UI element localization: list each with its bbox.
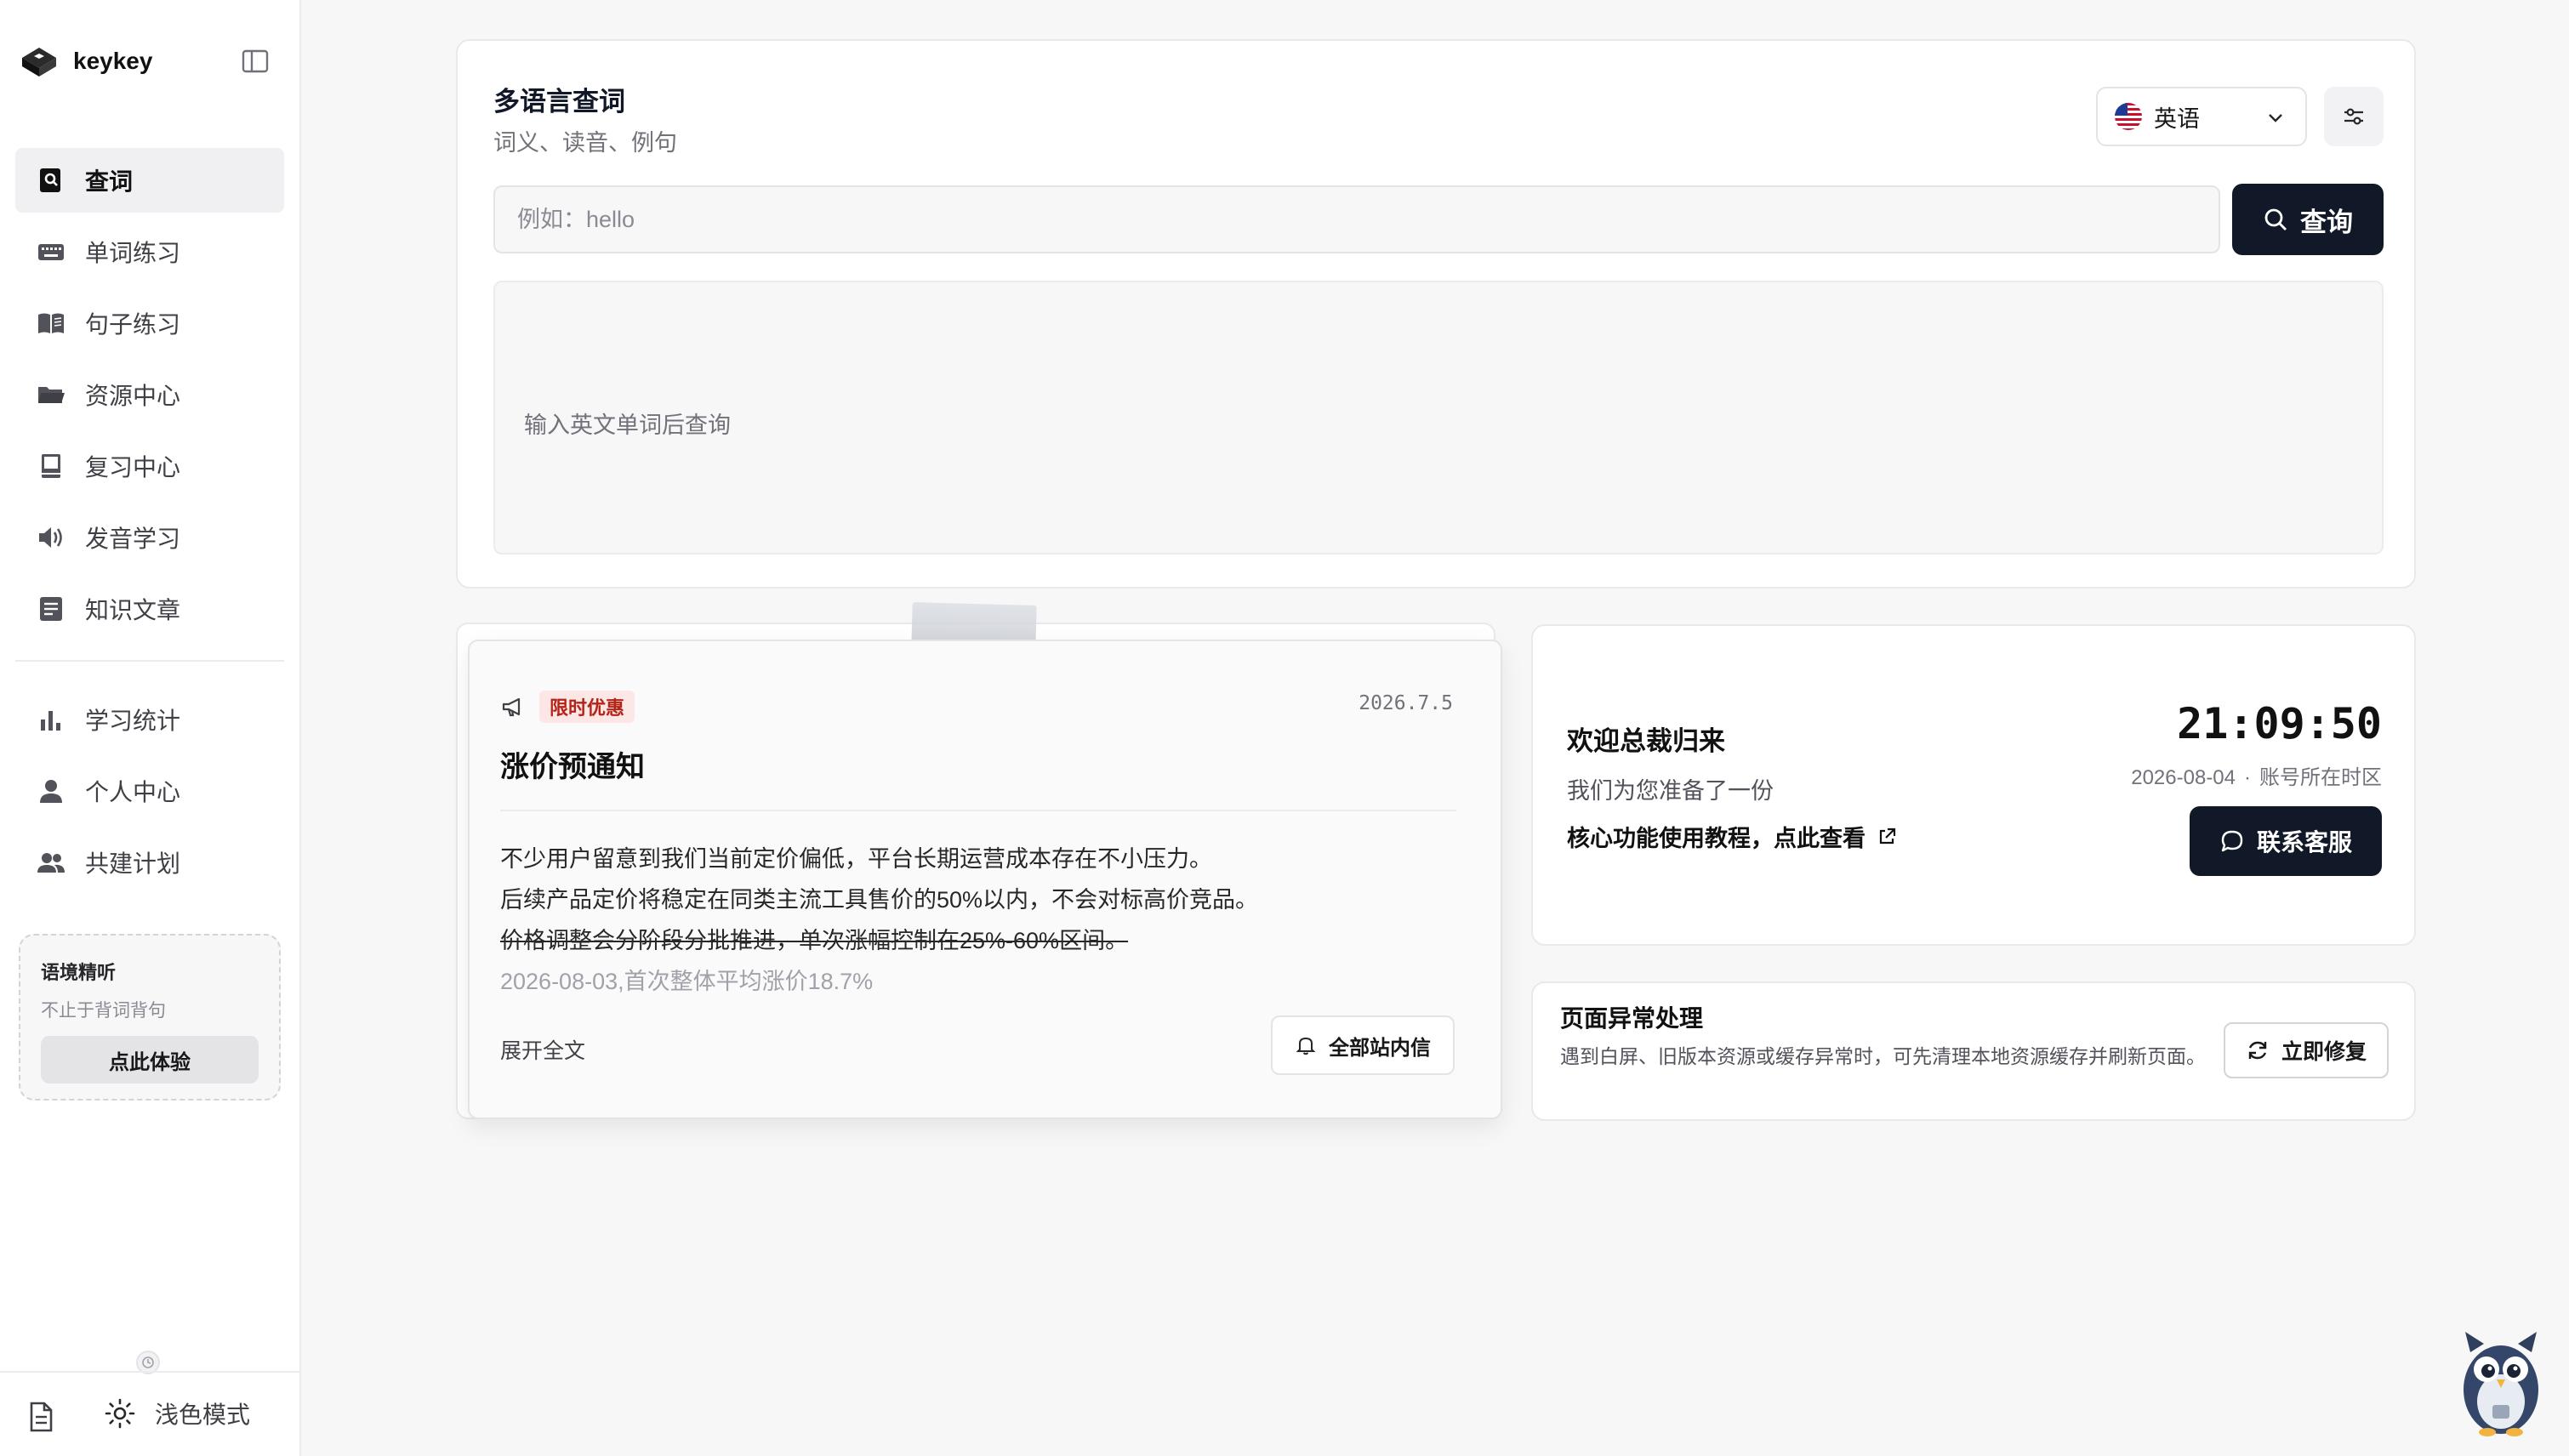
- refresh-icon: [2248, 1041, 2267, 1060]
- chat-bubble-icon: [2221, 830, 2243, 852]
- sidebar-item-label: 查词: [85, 168, 134, 195]
- promo-subtitle: 不止于背词背句: [41, 1001, 166, 1021]
- document-icon[interactable]: [24, 1400, 58, 1434]
- open-book-icon: [38, 313, 64, 333]
- notice-divider: [500, 810, 1456, 811]
- notice-line: 价格调整会分阶段分批推进，单次涨幅控制在25%-60%区间。: [500, 928, 1129, 953]
- keycap-logo-icon: [22, 48, 56, 77]
- sliders-icon: [2344, 108, 2363, 125]
- timezone-label: 账号所在时区: [2259, 766, 2382, 789]
- sidebar-item-resources[interactable]: 资源中心: [15, 362, 284, 427]
- notice-body: 不少用户留意到我们当前定价偏低，平台长期运营成本存在不小压力。 后续产品定价将稳…: [500, 839, 1461, 1002]
- brand-name: keykey: [73, 48, 153, 74]
- notice-title: 涨价预通知: [500, 751, 645, 783]
- language-select[interactable]: 英语: [2096, 87, 2307, 146]
- date-value: 2026-08-04: [2131, 766, 2236, 789]
- keyboard-icon: [38, 244, 64, 260]
- dictionary-card: 多语言查词 词义、读音、例句 英语 查询 输入英文单词后查询: [456, 39, 2416, 589]
- welcome-subtitle: 我们为您准备了一份: [1567, 778, 1774, 804]
- contact-support-button[interactable]: 联系客服: [2190, 806, 2382, 876]
- sidebar-item-label: 共建计划: [85, 850, 181, 877]
- clock-date: 2026-08-04 · 账号所在时区: [2131, 760, 2382, 790]
- bar-chart-icon: [41, 711, 60, 731]
- inbox-button-label: 全部站内信: [1329, 1036, 1431, 1060]
- notice-line: 不少用户留意到我们当前定价偏低，平台长期运营成本存在不小压力。: [500, 846, 1212, 872]
- megaphone-icon: [502, 697, 521, 717]
- notice-line-faded: 2026-08-03,首次整体平均涨价18.7%: [500, 969, 874, 994]
- dictionary-subtitle: 词义、读音、例句: [493, 130, 677, 156]
- sidebar-footer: 浅色模式: [0, 1371, 301, 1456]
- person-icon: [40, 780, 62, 803]
- sidebar-item-review[interactable]: 复习中心: [15, 434, 284, 498]
- sidebar-item-co-build[interactable]: 共建计划: [15, 830, 284, 895]
- sidebar-item-label: 知识文章: [85, 597, 181, 623]
- repair-description: 遇到白屏、旧版本资源或缓存异常时，可先清理本地资源缓存并刷新页面。: [1560, 1045, 2206, 1067]
- settings-button[interactable]: [2324, 87, 2384, 146]
- folder-icon: [38, 387, 65, 403]
- sidebar-item-label: 资源中心: [85, 383, 181, 409]
- us-flag-icon: [2115, 103, 2142, 130]
- inbox-button[interactable]: 全部站内信: [1271, 1015, 1455, 1075]
- repair-title: 页面异常处理: [1560, 1005, 1704, 1032]
- sidebar-item-label: 复习中心: [85, 454, 181, 481]
- search-input[interactable]: [493, 185, 2220, 253]
- sidebar-item-articles[interactable]: 知识文章: [15, 577, 284, 641]
- chevron-down-icon: [2269, 114, 2282, 122]
- external-link-icon: [1879, 828, 1896, 844]
- search-button[interactable]: 查询: [2232, 184, 2384, 255]
- sidebar-item-lookup[interactable]: 查词: [15, 148, 284, 213]
- owl-mascot-icon[interactable]: [2458, 1327, 2543, 1437]
- sidebar-item-label: 单词练习: [85, 240, 181, 266]
- welcome-title: 欢迎总裁归来: [1567, 726, 1725, 756]
- sidebar-item-stats[interactable]: 学习统计: [15, 687, 284, 752]
- sidebar-item-label: 个人中心: [85, 779, 181, 805]
- tutorial-link-label: 核心功能使用教程，点此查看: [1567, 826, 1866, 851]
- language-value: 英语: [2154, 105, 2200, 132]
- notice-line: 后续产品定价将稳定在同类主流工具售价的50%以内，不会对标高价竞品。: [500, 887, 1259, 913]
- nav-divider: [15, 660, 284, 662]
- theme-label: 浅色模式: [155, 1402, 251, 1428]
- promo-card: 语境精听 不止于背词背句 点此体验: [19, 934, 281, 1101]
- welcome-card: 欢迎总裁归来 我们为您准备了一份 核心功能使用教程，点此查看 21:09:50 …: [1531, 624, 2416, 946]
- article-icon: [40, 597, 62, 621]
- date-separator: ·: [2244, 766, 2251, 789]
- theme-toggle-button[interactable]: 浅色模式: [104, 1396, 250, 1430]
- sidebar-item-pronunciation[interactable]: 发音学习: [15, 505, 284, 570]
- search-button-label: 查询: [2300, 207, 2353, 237]
- result-area: 输入英文单词后查询: [493, 281, 2384, 555]
- result-hint: 输入英文单词后查询: [524, 412, 731, 438]
- dictionary-title: 多语言查词: [493, 87, 625, 117]
- speaker-icon: [39, 527, 62, 548]
- sidebar-item-word-practice[interactable]: 单词练习: [15, 219, 284, 284]
- search-book-icon: [40, 168, 60, 192]
- promo-title: 语境精听: [41, 962, 117, 983]
- page-repair-card: 页面异常处理 遇到白屏、旧版本资源或缓存异常时，可先清理本地资源缓存并刷新页面。…: [1531, 981, 2416, 1121]
- sidebar-item-label: 句子练习: [85, 311, 181, 338]
- sun-icon: [105, 1398, 135, 1429]
- sidebar-item-label: 发音学习: [85, 526, 181, 552]
- sidebar-item-sentence-practice[interactable]: 句子练习: [15, 291, 284, 355]
- brand[interactable]: keykey: [19, 39, 152, 83]
- sidebar-toggle-icon[interactable]: [240, 46, 271, 77]
- sidebar-nav: 查词 单词练习 句子练习 资源中心 复习中心 发音学习 知识文章 学习统计 个人…: [15, 148, 284, 901]
- clock: 21:09:50: [2177, 699, 2382, 748]
- sidebar-item-profile[interactable]: 个人中心: [15, 759, 284, 823]
- expand-link[interactable]: 展开全文: [500, 1034, 585, 1065]
- group-icon: [37, 853, 65, 873]
- book-icon: [42, 454, 60, 478]
- search-icon: [2264, 208, 2287, 230]
- promo-badge: 限时优惠: [539, 691, 635, 723]
- sidebar-item-label: 学习统计: [85, 708, 181, 734]
- tutorial-link[interactable]: 核心功能使用教程，点此查看: [1567, 820, 1898, 853]
- notice-date: 2026.7.5: [1359, 692, 1453, 714]
- notice-card: 限时优惠 2026.7.5 涨价预通知 不少用户留意到我们当前定价偏低，平台长期…: [468, 640, 1502, 1119]
- contact-support-label: 联系客服: [2256, 829, 2352, 856]
- sidebar: keykey 查词 单词练习 句子练习 资源中心 复习中心 发音学习 知识文章 …: [0, 0, 301, 1456]
- bell-icon: [1296, 1037, 1316, 1055]
- repair-now-button[interactable]: 立即修复: [2224, 1022, 2389, 1078]
- repair-button-label: 立即修复: [2281, 1040, 2367, 1064]
- promo-try-button[interactable]: 点此体验: [41, 1036, 259, 1083]
